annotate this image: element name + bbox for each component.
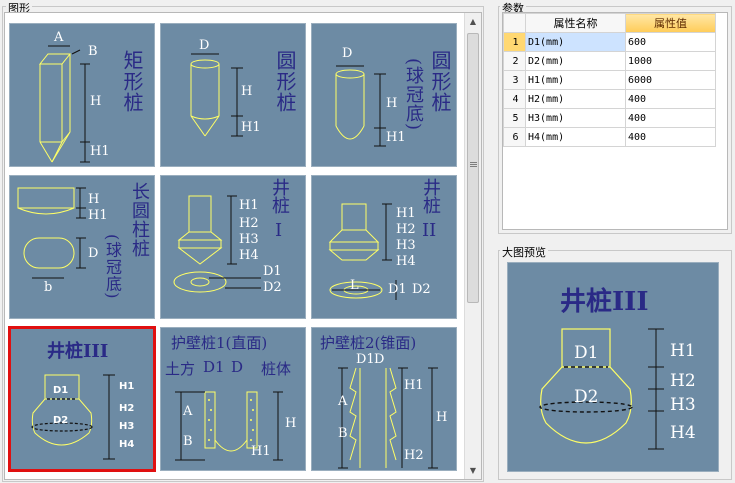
- params-table-panel: 属性名称 属性值 1 D1(mm) 600 2 D2(mm) 1000 3 H1(mm) 600…: [502, 12, 728, 230]
- tile-well-pile-1[interactable]: 井桩 I H1 H2 H3 H4 D1 D2: [160, 175, 306, 319]
- tile-subtitle: (球冠底): [103, 234, 122, 300]
- params-table: 属性名称 属性值 1 D1(mm) 600 2 D2(mm) 1000 3 H1(mm) 600…: [503, 13, 716, 204]
- table-row[interactable]: 3 H1(mm) 6000: [503, 70, 716, 90]
- table-row[interactable]: 5 H3(mm) 400: [503, 108, 716, 128]
- scroll-down-button[interactable]: ▼: [465, 462, 481, 479]
- property-value-cell[interactable]: 600: [625, 32, 716, 52]
- table-row[interactable]: 6 H4(mm) 400: [503, 127, 716, 147]
- property-value-cell[interactable]: 400: [625, 127, 716, 147]
- tile-round-pile[interactable]: 圆形桩 D H H1: [160, 23, 306, 167]
- property-name-cell[interactable]: H4(mm): [525, 127, 626, 147]
- gallery-scrollbar[interactable]: ▲ ▼: [464, 13, 481, 479]
- tile-round-pile-dome[interactable]: 圆形桩 (球冠底) D H H1: [311, 23, 457, 167]
- column-header-value[interactable]: 属性值: [625, 13, 716, 33]
- preview-group-label: 大图预览: [500, 244, 548, 260]
- property-name-cell[interactable]: H3(mm): [525, 108, 626, 128]
- property-value-cell[interactable]: 400: [625, 89, 716, 109]
- row-number[interactable]: 6: [503, 127, 526, 147]
- property-value-cell[interactable]: 1000: [625, 51, 716, 71]
- property-value-cell[interactable]: 6000: [625, 70, 716, 90]
- tile-roman: II: [422, 220, 437, 241]
- column-header-name[interactable]: 属性名称: [525, 13, 626, 33]
- property-name-cell[interactable]: D1(mm): [525, 32, 626, 52]
- preview-title: 井桩III: [560, 287, 649, 317]
- corner-header: [503, 13, 526, 33]
- tile-title: 护壁桩2(锥面): [320, 334, 417, 352]
- tile-title: 矩形桩: [120, 50, 144, 113]
- tile-title: 井桩: [272, 178, 290, 217]
- tile-title: 圆形桩: [428, 50, 452, 113]
- empty-row: [503, 146, 716, 166]
- property-name-cell[interactable]: D2(mm): [525, 51, 626, 71]
- grip-icon: [470, 162, 477, 163]
- large-preview: 井桩III D1 D2 H1 H2 H3 H4: [507, 262, 719, 472]
- row-number[interactable]: 3: [503, 70, 526, 90]
- row-number[interactable]: 5: [503, 108, 526, 128]
- tile-oblong-pile-dome[interactable]: 长圆柱桩 (球冠底) H H1 D b: [9, 175, 155, 319]
- empty-row: [503, 184, 716, 204]
- tile-roman: I: [275, 220, 283, 241]
- tile-title: 圆形桩: [273, 50, 297, 113]
- tile-retaining-pile-1[interactable]: 护壁桩1(直面) 土方 D1 D 桩体 A H B H1: [160, 327, 306, 471]
- row-number[interactable]: 2: [503, 51, 526, 71]
- tile-rect-pile[interactable]: 矩形桩 A B H H1: [9, 23, 155, 167]
- scroll-thumb[interactable]: [467, 33, 479, 303]
- tile-title: 井桩: [423, 178, 441, 217]
- empty-row: [503, 165, 716, 185]
- property-name-cell[interactable]: H1(mm): [525, 70, 626, 90]
- tile-title: 护壁桩1(直面): [171, 334, 268, 352]
- row-number[interactable]: 4: [503, 89, 526, 109]
- tile-well-pile-3[interactable]: 井桩III D1 D2 H1 H2 H3 H4: [8, 326, 156, 472]
- tile-retaining-pile-2[interactable]: 护壁桩2(锥面) D1 D H1 A H B H2: [311, 327, 457, 471]
- table-row[interactable]: 4 H2(mm) 400: [503, 89, 716, 109]
- tile-title: 井桩III: [47, 341, 109, 362]
- row-number[interactable]: 1: [503, 32, 526, 52]
- property-value-cell[interactable]: 400: [625, 108, 716, 128]
- triangle-down-icon: ▼: [469, 466, 477, 475]
- tile-title: 长圆柱桩: [129, 182, 150, 258]
- scroll-up-button[interactable]: ▲: [465, 13, 481, 30]
- tile-well-pile-2[interactable]: 井桩 II H1 H2 H3 H4 L D1 D2: [311, 175, 457, 319]
- shapes-gallery[interactable]: 矩形桩 A B H H1 圆形桩 D H H1 圆形桩 (球冠底) D H H1…: [4, 12, 482, 480]
- table-row[interactable]: 2 D2(mm) 1000: [503, 51, 716, 71]
- triangle-up-icon: ▲: [469, 17, 477, 26]
- property-name-cell[interactable]: H2(mm): [525, 89, 626, 109]
- table-row[interactable]: 1 D1(mm) 600: [503, 32, 716, 52]
- tile-subtitle: (球冠底): [403, 58, 424, 132]
